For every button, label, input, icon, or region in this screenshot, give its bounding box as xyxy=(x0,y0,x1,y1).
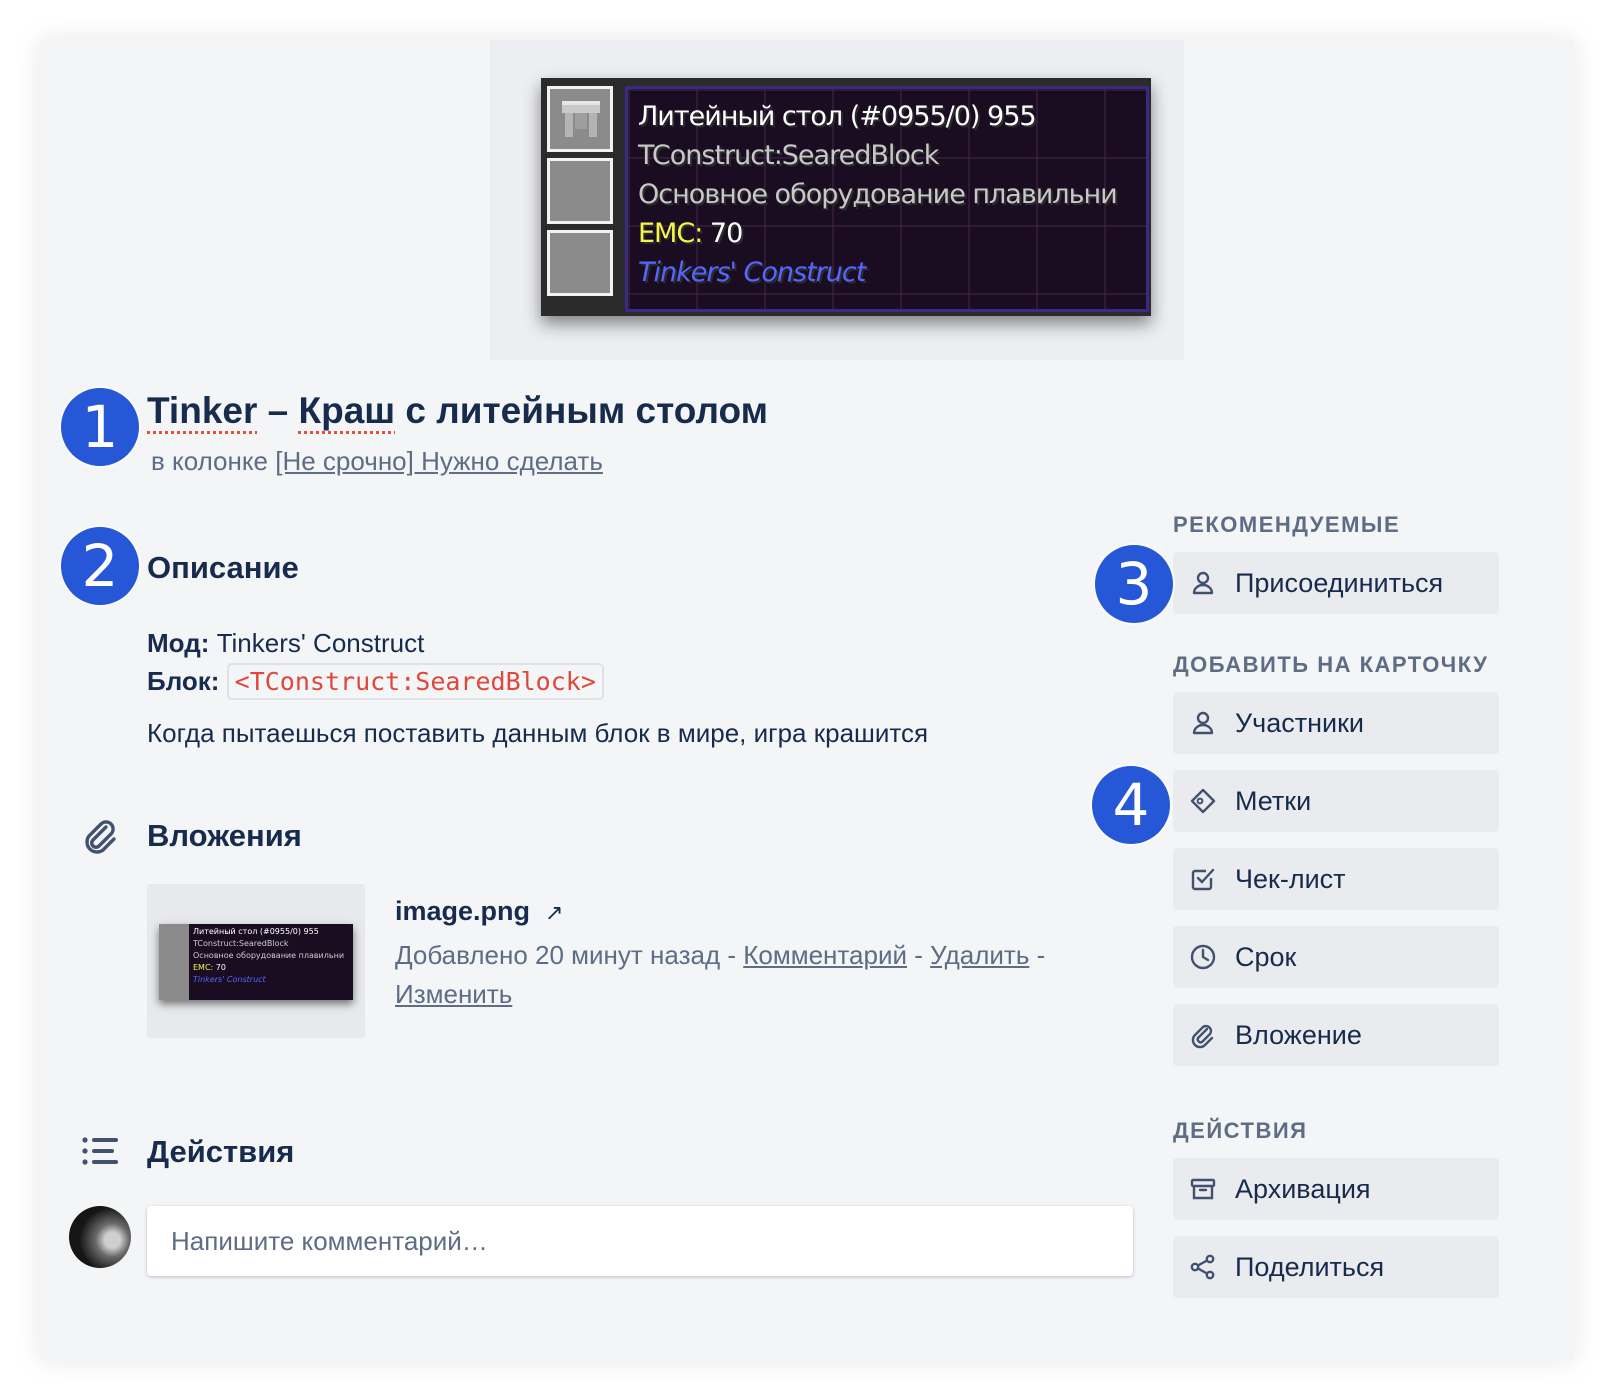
tooltip-mod: Tinkers' Construct xyxy=(638,257,866,288)
activity-heading: Действия xyxy=(147,1134,295,1169)
thumb-emc-value: 70 xyxy=(215,963,226,972)
card-cover[interactable]: Литейный стол (#0955/0) 955 TConstruct:S… xyxy=(490,40,1184,360)
title-dash: – xyxy=(257,390,299,431)
thumb-description: Основное оборудование плавильни xyxy=(193,951,345,960)
archive-label: Архивация xyxy=(1235,1174,1371,1204)
mod-value: Tinkers' Construct xyxy=(216,628,425,658)
inventory-slot xyxy=(547,86,613,152)
attachments-heading: Вложения xyxy=(147,818,302,853)
due-date-label: Срок xyxy=(1235,942,1297,972)
block-code: <TConstruct:SearedBlock> xyxy=(226,663,604,700)
actions-heading: ДЕЙСТВИЯ xyxy=(1173,1118,1308,1143)
tooltip-emc-value: 70 xyxy=(709,218,743,249)
share-label: Поделиться xyxy=(1235,1252,1385,1282)
paperclip-icon xyxy=(85,820,116,854)
thumb-title: Литейный стол (#0955/0) 955 xyxy=(193,927,319,936)
due-date-button[interactable]: Срок xyxy=(1173,926,1499,988)
person-icon xyxy=(1192,711,1214,735)
block-line: Блок: <TConstruct:SearedBlock> xyxy=(147,662,604,701)
tag-icon xyxy=(1190,788,1216,814)
in-list-line: в колонке [Не срочно] Нужно сделать xyxy=(151,446,603,477)
comment-input[interactable]: Напишите комментарий… xyxy=(147,1206,1133,1276)
edit-link[interactable]: Изменить xyxy=(395,979,512,1009)
in-list-prefix: в колонке xyxy=(151,446,276,476)
labels-label: Метки xyxy=(1235,786,1312,816)
suggested-heading: РЕКОМЕНДУЕМЫЕ xyxy=(1173,512,1401,537)
description-text: Когда пытаешься поставить данным блок в … xyxy=(147,718,929,748)
attachment-added: Добавлено 20 минут назад xyxy=(395,940,721,970)
attachment-label: Вложение xyxy=(1235,1020,1362,1050)
inventory-slot xyxy=(547,230,613,296)
share-icon xyxy=(1190,1254,1215,1280)
attachment-button[interactable]: Вложение xyxy=(1173,1004,1499,1066)
description-heading: Описание xyxy=(147,550,299,585)
join-label: Присоединиться xyxy=(1235,568,1444,598)
attachment-thumbnail[interactable]: Литейный стол (#0955/0) 955 TConstruct:S… xyxy=(147,884,365,1038)
external-link-icon[interactable]: ↗ xyxy=(545,900,563,925)
activity-list-icon xyxy=(82,1137,118,1165)
annotation-marker-4: 4 xyxy=(1092,766,1170,844)
checkbox-icon xyxy=(1191,868,1215,891)
labels-button[interactable]: Метки xyxy=(1173,770,1499,832)
avatar[interactable] xyxy=(69,1206,131,1268)
cover-screenshot: Литейный стол (#0955/0) 955 TConstruct:S… xyxy=(541,78,1151,316)
members-button[interactable]: Участники xyxy=(1173,692,1499,754)
join-button[interactable]: Присоединиться xyxy=(1173,552,1499,614)
tooltip-description: Основное оборудование плавильни xyxy=(638,179,1118,210)
clock-icon xyxy=(1190,944,1216,970)
paperclip-icon xyxy=(1191,1024,1214,1049)
separator: - xyxy=(720,940,744,970)
item-tooltip: Литейный стол (#0955/0) 955 TConstruct:S… xyxy=(625,86,1149,312)
annotation-marker-3: 3 xyxy=(1095,545,1173,623)
add-to-card-heading: ДОБАВИТЬ НА КАРТОЧКУ xyxy=(1173,652,1489,677)
comment-link[interactable]: Комментарий xyxy=(743,940,907,970)
members-label: Участники xyxy=(1235,708,1364,738)
inventory-slot xyxy=(547,158,613,224)
mod-label: Мод: xyxy=(147,628,210,658)
tooltip-emc-label: EMC: xyxy=(638,218,703,249)
description-body[interactable]: Мод: Tinkers' Construct Блок: <TConstruc… xyxy=(147,624,604,701)
annotation-marker-1: 1 xyxy=(61,388,139,466)
archive-icon xyxy=(1190,1178,1216,1200)
inventory-slots xyxy=(547,86,615,308)
attachment-name[interactable]: image.png ↗ xyxy=(395,896,563,927)
thumbnail-image: Литейный стол (#0955/0) 955 TConstruct:S… xyxy=(159,924,353,1000)
separator: - xyxy=(907,940,931,970)
list-name-link[interactable]: [Не срочно] Нужно сделать xyxy=(275,446,603,476)
title-word-misspelled: Tinker xyxy=(147,390,258,431)
tooltip-id: TConstruct:SearedBlock xyxy=(638,140,939,171)
thumb-emc: EMC: 70 xyxy=(189,962,353,974)
checklist-button[interactable]: Чек-лист xyxy=(1173,848,1499,910)
mod-line: Мод: Tinkers' Construct xyxy=(147,624,604,662)
title-rest: с литейным столом xyxy=(395,390,768,431)
person-icon xyxy=(1192,571,1214,595)
checklist-label: Чек-лист xyxy=(1235,864,1346,894)
card-title[interactable]: Tinker – Краш с литейным столом xyxy=(147,390,768,432)
archive-button[interactable]: Архивация xyxy=(1173,1158,1499,1220)
block-label: Блок: xyxy=(147,666,220,696)
card-detail: Литейный стол (#0955/0) 955 TConstruct:S… xyxy=(40,40,1574,1360)
attachment-meta: Добавлено 20 минут назад - Комментарий -… xyxy=(395,936,1125,1014)
thumb-emc-label: EMC: xyxy=(193,963,214,972)
separator: - xyxy=(1029,940,1046,970)
title-word-misspelled: Краш xyxy=(298,390,396,431)
attachment-filename: image.png xyxy=(395,896,531,926)
casting-table-icon xyxy=(562,101,600,137)
delete-link[interactable]: Удалить xyxy=(930,940,1029,970)
thumb-id: TConstruct:SearedBlock xyxy=(193,939,289,948)
tooltip-emc: EMC: 70 xyxy=(638,214,1136,253)
annotation-marker-2: 2 xyxy=(61,527,139,605)
tooltip-title: Литейный стол (#0955/0) 955 xyxy=(638,101,1037,132)
thumb-mod: Tinkers' Construct xyxy=(193,975,266,984)
share-button[interactable]: Поделиться xyxy=(1173,1236,1499,1298)
